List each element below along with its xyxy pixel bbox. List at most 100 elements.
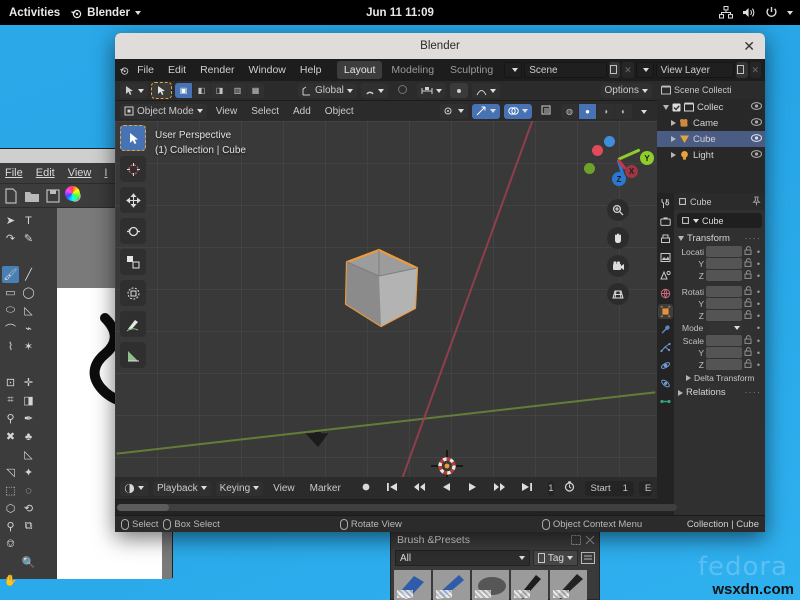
scale-z-row[interactable]: Z • [674,359,765,371]
mode-select[interactable]: Object Mode [120,104,207,119]
viewport-menu-add[interactable]: Add [288,105,316,118]
rotation-x-field[interactable] [706,286,742,297]
next-keyframe-button[interactable] [488,481,511,496]
properties-tab-column[interactable] [657,193,674,515]
scale-tool-button[interactable] [120,249,146,275]
location-x-row[interactable]: Locati • [674,246,765,258]
brush-tool-icon[interactable]: 🖌 [2,266,19,283]
properties-content[interactable]: Cube Cube Transform [674,193,765,515]
jump-end-button[interactable] [516,481,538,496]
properties-tab-output[interactable] [658,232,673,247]
preset-item[interactable] [472,570,509,600]
editor-menu-view[interactable]: View [68,167,92,179]
polyline-tool-icon[interactable]: ◺ [20,302,37,319]
lock-icon[interactable] [744,246,753,257]
workspace-tab-layout[interactable]: Layout [337,61,383,79]
contiguous-select-tool-icon[interactable]: ⚲ [2,518,19,535]
lock-icon[interactable] [744,286,753,297]
properties-tab-view-layer[interactable] [658,250,673,265]
object-type-visibility-select[interactable] [440,104,468,119]
scene-name-field[interactable]: Scene [524,62,607,78]
preset-item[interactable] [394,570,431,600]
chevron-down-icon[interactable] [663,105,669,110]
play-button[interactable] [462,481,483,496]
rotation-mode-select[interactable] [710,322,742,334]
properties-tab-physics[interactable] [658,358,673,373]
active-tool-icon[interactable] [120,83,148,98]
text-tool-icon[interactable]: T [20,212,37,229]
new-view-layer-button[interactable] [736,62,747,78]
scale-z-field[interactable] [706,359,742,370]
show-overlays-toggle[interactable] [504,104,532,119]
presets-view-icon[interactable] [581,552,595,564]
properties-tab-tool[interactable] [658,196,673,211]
outliner-editor[interactable]: Scene Collecti Collec Came [657,81,765,193]
lock-icon[interactable] [744,270,753,281]
perspective-tool-icon[interactable]: ◹ [2,464,19,481]
preset-item[interactable] [433,570,470,600]
camera-view-button[interactable] [607,255,629,277]
menu-window[interactable]: Window [243,62,292,78]
transform-orientation-select[interactable]: Global [298,83,357,98]
freehand-tool-icon[interactable]: ⌁ [20,320,37,337]
measure-tool-icon[interactable]: ◺ [20,446,37,463]
rectangle-tool-icon[interactable]: ▭ [2,284,19,301]
transform-tool-icon[interactable]: ↷ [2,230,19,247]
gizmo-axis-z[interactable]: Z [612,172,626,186]
properties-tab-constraints[interactable] [658,376,673,391]
lock-icon[interactable] [744,298,753,309]
timeline-menu-keying[interactable]: Keying [216,481,264,496]
remove-view-layer-button[interactable]: ✕ [750,62,761,78]
show-gizmo-toggle[interactable] [472,104,500,119]
rotation-mode-row[interactable]: Mode • [674,322,765,335]
freehand-select-tool-icon[interactable]: ⟲ [20,500,37,517]
visibility-toggle-icon[interactable] [751,118,762,129]
rotation-y-field[interactable] [706,298,742,309]
viewport-menu-select[interactable]: Select [246,105,284,118]
new-scene-button[interactable] [609,62,620,78]
navigation-gizmo[interactable]: Y X Z [584,125,652,193]
similar-select-tool-icon[interactable]: ⧉ [20,518,37,535]
elliptical-select-tool-icon[interactable]: ◌ [20,482,37,499]
timeline-scrollbar[interactable] [117,504,677,511]
scene-browse-icon[interactable] [504,62,522,78]
cube-object[interactable] [331,236,431,336]
proportional-edit-toggle[interactable] [392,83,413,99]
select-subtract-button[interactable]: ◨ [211,83,228,98]
rectangular-select-tool-icon[interactable]: ⬚ [2,482,19,499]
gizmo-axis-x[interactable]: X [625,165,638,178]
annotate-tool-button[interactable] [120,311,146,337]
lock-icon[interactable] [744,335,753,346]
pan-tool-icon[interactable]: ✋ [2,572,19,589]
falloff-select[interactable] [472,83,500,98]
menu-render[interactable]: Render [194,62,240,78]
outliner-row-camera[interactable]: Came [657,115,765,131]
system-tray[interactable] [719,6,793,19]
blender-topbar[interactable]: File Edit Render Window Help Layout Mode… [115,59,765,81]
outliner-row-cube[interactable]: Cube [657,131,765,147]
3d-viewport[interactable]: User Perspective (1) Collection | Cube [115,121,657,477]
start-frame-field[interactable]: Start 1 [585,481,634,496]
chevron-right-icon[interactable] [671,120,676,126]
menu-help[interactable]: Help [294,62,328,78]
viewport-header[interactable]: Object Mode View Select Add Object [115,101,657,121]
assistant-tool-icon[interactable]: ♣ [20,428,37,445]
viewport-menu-view[interactable]: View [211,105,243,118]
properties-editor[interactable]: Cube Cube Transform [657,193,765,515]
scale-y-field[interactable] [706,347,742,358]
clock-label[interactable]: Jun 11 11:09 [366,7,434,19]
play-reverse-button[interactable] [436,481,457,496]
properties-tab-data[interactable] [658,394,673,409]
zoom-view-button[interactable] [607,199,629,221]
view-layer-name-field[interactable]: View Layer [656,62,735,78]
rotation-y-row[interactable]: Y • [674,298,765,310]
location-y-field[interactable] [706,258,742,269]
animate-property-icon[interactable]: • [755,259,762,269]
location-x-field[interactable] [706,246,742,257]
chevron-right-icon[interactable] [671,136,676,142]
gradient-tool-icon[interactable]: ◨ [20,392,37,409]
freehand-path-tool-icon[interactable]: ✎ [20,230,37,247]
timeline-menu-view[interactable]: View [268,482,300,495]
preset-item[interactable] [511,570,548,600]
outliner-header[interactable]: Scene Collecti [657,81,765,99]
